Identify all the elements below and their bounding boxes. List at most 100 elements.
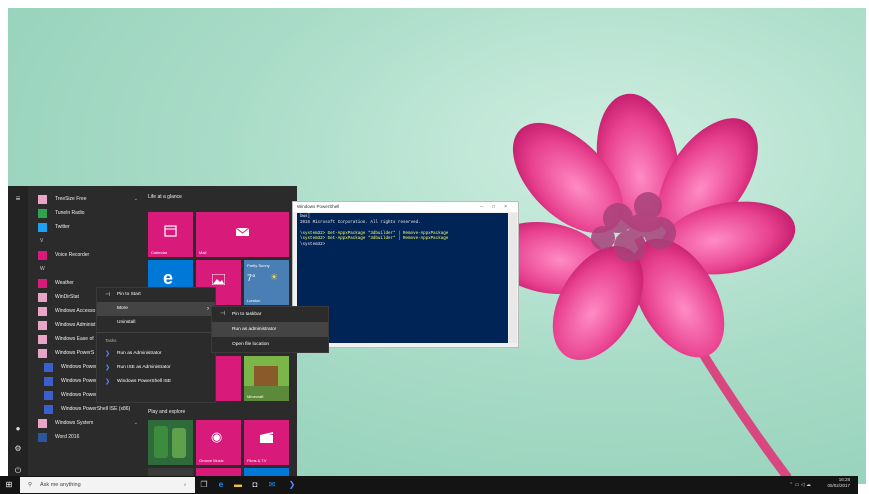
tile-calendar[interactable]: Calendar: [148, 212, 193, 257]
menu-open-location[interactable]: Open file location: [212, 337, 328, 352]
app-icon: [44, 404, 53, 414]
windows-start-icon[interactable]: ⊞: [3, 479, 15, 491]
power-icon[interactable]: ⏻: [13, 466, 23, 476]
menu-more[interactable]: More ›: [97, 302, 215, 316]
tile-films-label: Films & TV: [247, 458, 267, 463]
system-tray-icons[interactable]: ⌃ ▭ ◁ ☁: [775, 479, 825, 491]
app-list-item[interactable]: Twitter: [30, 220, 142, 234]
film-icon: [260, 432, 273, 443]
menu-uninstall[interactable]: Uninstall: [97, 316, 215, 330]
clock[interactable]: 16:28 05/02/2017: [827, 477, 850, 489]
app-label: Word 2016: [55, 434, 80, 440]
app-icon: [38, 334, 47, 344]
menu-more-label: More: [117, 306, 128, 311]
powershell-titlebar[interactable]: Windows PowerShell –□×: [293, 202, 518, 212]
app-list-item[interactable]: Windows PowerShell ISE (x86): [30, 402, 142, 416]
weather-city: London: [247, 298, 261, 303]
tile-groove[interactable]: ◉ Groove Music: [196, 420, 241, 465]
menu-uninstall-label: Uninstall: [117, 320, 136, 325]
app-label: Windows PowerShell ISE (x86): [61, 406, 131, 412]
user-icon[interactable]: ●: [13, 424, 23, 434]
mail-icon: [236, 227, 249, 236]
tile-weather[interactable]: Partly Sunny 7° ☀ London: [244, 260, 289, 305]
search-icon: ⚲: [28, 482, 33, 488]
app-label: Windows PowerS: [55, 350, 95, 356]
app-label: Windows Ease of: [55, 336, 94, 342]
letter-header[interactable]: W: [30, 262, 142, 276]
context-menu: ⊣ Pin to Start More › Uninstall Tasks ❯ Run…: [96, 287, 216, 403]
taskbar: ⊞ ⚲ Ask me anything ♁ ❐ e ▬ ◘ ✉ ❯ ⌃ ▭ ◁ …: [0, 476, 858, 494]
app-label: Voice Recorder: [55, 252, 90, 258]
app-icon: [38, 306, 47, 316]
app-label: WinDirStat: [55, 294, 79, 300]
app-list-item[interactable]: Windows System ⌄: [30, 416, 142, 430]
powershell-scrollbar[interactable]: [509, 213, 517, 343]
powershell-icon: ❯: [105, 365, 111, 371]
pin-icon: ⊣: [105, 292, 111, 298]
app-label: TreeSize Free: [55, 196, 87, 202]
tile-mail-label: Mail: [199, 250, 207, 255]
group-title-play: Play and explore: [148, 409, 186, 415]
mail-taskbar-icon[interactable]: ✉: [266, 479, 278, 491]
tile-minecraft[interactable]: Minecraft: [244, 356, 289, 401]
app-list-item[interactable]: Word 2016: [30, 430, 142, 444]
search-box[interactable]: ⚲ Ask me anything ♁: [20, 477, 195, 493]
microphone-icon[interactable]: ♁: [183, 477, 187, 493]
menu-pin-start[interactable]: ⊣ Pin to Start: [97, 288, 215, 302]
start-rail: ≡ ● ⚙ ⏻: [8, 186, 28, 484]
chevron-down-icon[interactable]: ⌄: [134, 196, 138, 202]
powershell-title: Windows PowerShell: [297, 204, 340, 209]
app-list-item[interactable]: Tuneln Radio: [30, 206, 142, 220]
menu-open-location-label: Open file location: [232, 342, 270, 347]
task-item[interactable]: ❯ Run as Administrator: [97, 347, 215, 361]
powershell-icon: ❯: [105, 379, 111, 385]
app-label: Tuneln Radio: [55, 210, 85, 216]
submenu: ⊣ Pin to taskbar Run as administrator Ope…: [211, 306, 329, 353]
app-icon: [38, 250, 47, 260]
menu-divider: [97, 332, 215, 333]
powershell-icon: ❯: [105, 351, 111, 357]
app-icon: [38, 194, 47, 204]
clock-date: 05/02/2017: [827, 483, 850, 488]
app-icon: [38, 418, 47, 428]
search-placeholder: Ask me anything: [40, 482, 81, 488]
app-label: Windows System: [55, 420, 94, 426]
menu-pin-taskbar[interactable]: ⊣ Pin to taskbar: [212, 307, 328, 322]
desktop: ≡ ● ⚙ ⏻ TreeSize Free ⌄ Tuneln Radio Twitte…: [8, 8, 866, 484]
tile-groove-label: Groove Music: [199, 458, 224, 463]
letter-header[interactable]: V: [30, 234, 142, 248]
store-icon[interactable]: ◘: [249, 479, 261, 491]
menu-run-admin[interactable]: Run as administrator: [212, 322, 328, 337]
app-list-item[interactable]: Voice Recorder: [30, 248, 142, 262]
app-icon: [38, 320, 47, 330]
tile-films[interactable]: Films & TV: [244, 420, 289, 465]
app-icon: [38, 292, 47, 302]
console-line: \system32>: [300, 242, 326, 247]
task-item[interactable]: ❯ Run ISE as Administrator: [97, 361, 215, 375]
window-controls[interactable]: –□×: [480, 202, 516, 212]
chevron-down-icon[interactable]: ⌄: [134, 420, 138, 426]
task-view-icon[interactable]: ❐: [198, 479, 210, 491]
tile-area: Life at a glance Calendar Mail e Partly …: [148, 192, 298, 484]
tile-xbox-game[interactable]: [148, 420, 193, 465]
app-icon: [38, 222, 47, 232]
edge-taskbar-icon[interactable]: e: [215, 479, 227, 491]
app-list-item[interactable]: TreeSize Free ⌄: [30, 192, 142, 206]
menu-pin-taskbar-label: Pin to taskbar: [232, 312, 262, 317]
app-icon: [38, 208, 47, 218]
app-label: Windows Accesso: [55, 308, 96, 314]
tasks-header: Tasks: [105, 338, 117, 343]
task-item[interactable]: ❯ Windows PowerShell ISE: [97, 375, 215, 389]
tile-calendar-label: Calendar: [151, 250, 168, 255]
tile-mail[interactable]: Mail: [196, 212, 289, 257]
hamburger-icon[interactable]: ≡: [13, 194, 23, 204]
edge-icon: e: [163, 268, 174, 288]
powershell-taskbar-icon[interactable]: ❯: [286, 479, 298, 491]
app-label: Windows Administ: [55, 322, 96, 328]
app-icon: [44, 376, 53, 386]
settings-icon[interactable]: ⚙: [13, 444, 23, 454]
sun-icon: ☀: [270, 272, 279, 282]
groove-icon: ◉: [211, 429, 223, 444]
file-explorer-icon[interactable]: ▬: [232, 479, 244, 491]
app-icon: [44, 362, 53, 372]
